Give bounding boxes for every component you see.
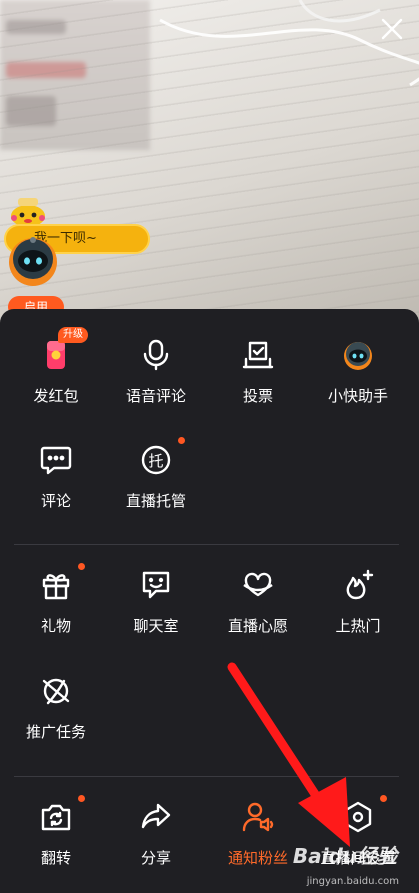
earphone-cable-graphic: [159, 0, 419, 87]
gift-button[interactable]: 礼物: [6, 567, 106, 636]
trending-label: 上热门: [335, 617, 381, 635]
trending-button[interactable]: 上热门: [308, 567, 408, 636]
fire-plus-icon: [340, 567, 376, 603]
live-hosting-button[interactable]: 托 直播托管: [106, 442, 206, 511]
close-icon[interactable]: [379, 16, 405, 42]
vote-label: 投票: [242, 387, 273, 405]
flip-camera-button[interactable]: 翻转: [6, 799, 106, 868]
assistant-label: 小快助手: [327, 387, 388, 405]
voice-comment-button[interactable]: 语音评论: [106, 337, 206, 406]
comment-button[interactable]: 评论: [6, 442, 106, 511]
assistant-robot-icon: [340, 337, 376, 373]
microphone-icon: [138, 337, 174, 373]
notify-fans-icon: [240, 799, 276, 835]
promotion-task-button[interactable]: 推广任务: [6, 673, 106, 742]
live-tools-panel: 发红包 升级 语音评论 投票 小快助手 评论 托 直播托管 礼物 聊天室 直播心…: [0, 309, 419, 893]
share-icon: [138, 799, 174, 835]
vote-icon: [240, 337, 276, 373]
gift-icon: [38, 567, 74, 603]
chatroom-icon: [138, 567, 174, 603]
flip-camera-icon: [38, 799, 74, 835]
live-hosting-label: 直播托管: [125, 492, 186, 510]
flip-label: 翻转: [40, 849, 71, 867]
live-wish-label: 直播心愿: [227, 617, 288, 635]
hosting-notification-dot: [178, 437, 185, 444]
chatroom-label: 聊天室: [133, 617, 179, 635]
section-divider: [14, 544, 399, 545]
comment-icon: [38, 442, 74, 478]
section-divider: [14, 776, 399, 777]
gift-notification-dot: [78, 563, 85, 570]
voice-comment-label: 语音评论: [125, 387, 186, 405]
watermark-logo: Baidu经验: [292, 844, 397, 868]
watermark-url: jingyan.baidu.com: [306, 876, 399, 887]
settings-notification-dot: [380, 795, 387, 802]
chatroom-button[interactable]: 聊天室: [106, 567, 206, 636]
promotion-task-icon: [38, 673, 74, 709]
settings-hexagon-icon: [340, 799, 376, 835]
wish-heart-icon: [240, 567, 276, 603]
flip-notification-dot: [78, 795, 85, 802]
red-packet-label: 发红包: [33, 387, 79, 405]
hosting-icon: 托: [138, 442, 174, 478]
assistant-avatar-icon[interactable]: [6, 234, 66, 288]
share-button[interactable]: 分享: [106, 799, 206, 868]
assistant-button[interactable]: 小快助手: [308, 337, 408, 406]
share-label: 分享: [140, 849, 171, 867]
red-packet-button[interactable]: 发红包: [6, 337, 106, 406]
vote-button[interactable]: 投票: [208, 337, 308, 406]
comment-label: 评论: [40, 492, 71, 510]
promotion-task-label: 推广任务: [25, 723, 86, 741]
svg-text:托: 托: [148, 452, 163, 470]
gift-label: 礼物: [40, 617, 71, 635]
upgrade-badge: 升级: [58, 327, 88, 343]
live-wish-button[interactable]: 直播心愿: [208, 567, 308, 636]
